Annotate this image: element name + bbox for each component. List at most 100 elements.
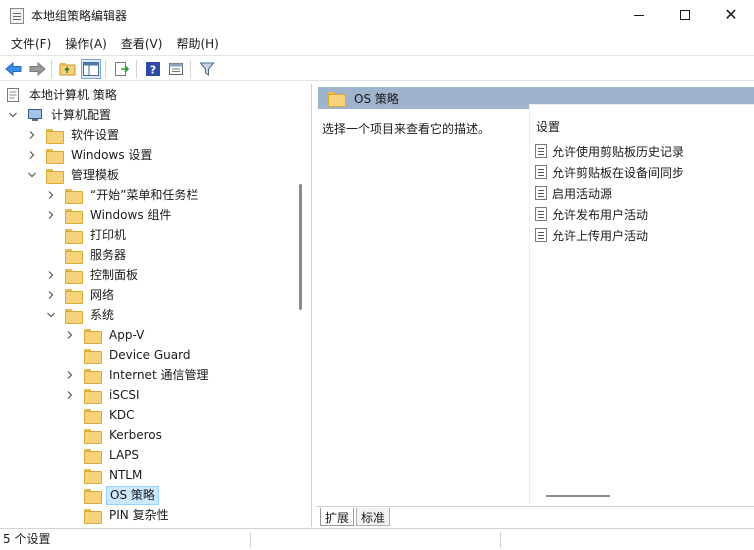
tree-item-laps[interactable]: LAPS xyxy=(84,445,142,465)
policy-setting-icon xyxy=(535,207,547,221)
policy-document-icon xyxy=(7,88,19,102)
chevron-down-icon[interactable] xyxy=(8,110,18,120)
tree-item-start-menu-taskbar[interactable]: “开始”菜单和任务栏 xyxy=(46,185,201,205)
folder-icon xyxy=(84,488,102,504)
show-hide-tree-button[interactable] xyxy=(81,59,101,79)
menu-bar: 文件(F) 操作(A) 查看(V) 帮助(H) xyxy=(0,32,754,54)
tree-item-app-v[interactable]: App-V xyxy=(65,325,147,345)
tree-item-device-guard[interactable]: Device Guard xyxy=(84,345,193,365)
tree-item-iscsi[interactable]: iSCSI xyxy=(65,385,143,405)
close-button[interactable]: ✕ xyxy=(708,0,754,30)
tree-item-server[interactable]: 服务器 xyxy=(65,245,129,265)
setting-label: 允许剪贴板在设备间同步 xyxy=(552,165,685,180)
up-one-level-button[interactable] xyxy=(58,59,78,79)
svg-text:?: ? xyxy=(150,64,156,77)
folder-icon xyxy=(65,308,83,324)
minimize-icon xyxy=(634,14,644,16)
folder-icon xyxy=(84,508,102,524)
menu-view[interactable]: 查看(V) xyxy=(114,32,170,54)
window-title: 本地组策略编辑器 xyxy=(31,9,128,23)
tree-item-kdc[interactable]: KDC xyxy=(84,405,138,425)
folder-icon xyxy=(46,168,64,184)
back-button[interactable] xyxy=(4,59,24,79)
tab-standard[interactable]: 标准 xyxy=(356,508,391,526)
folder-icon xyxy=(84,408,102,424)
properties-button[interactable] xyxy=(166,59,186,79)
chevron-right-icon[interactable] xyxy=(46,270,56,280)
settings-column-header[interactable]: 设置 xyxy=(536,118,560,135)
folder-icon xyxy=(84,328,102,344)
setting-item-allow-publish-user-activities[interactable]: 允许发布用户活动 xyxy=(535,204,648,224)
setting-item-allow-clipboard-history[interactable]: 允许使用剪贴板历史记录 xyxy=(535,141,684,161)
folder-icon xyxy=(84,468,102,484)
folder-icon xyxy=(84,388,102,404)
menu-action[interactable]: 操作(A) xyxy=(58,32,114,54)
tree-item-software-settings[interactable]: 软件设置 xyxy=(27,125,122,145)
policy-setting-icon xyxy=(535,144,547,158)
toolbar-separator xyxy=(136,60,137,78)
setting-label: 允许发布用户活动 xyxy=(552,207,649,222)
export-list-button[interactable] xyxy=(112,59,132,79)
tree-item-printers[interactable]: 打印机 xyxy=(65,225,129,245)
tab-extended[interactable]: 扩展 xyxy=(320,508,355,526)
folder-icon xyxy=(84,428,102,444)
setting-item-enable-activity-feed[interactable]: 启用活动源 xyxy=(535,183,612,203)
setting-item-allow-upload-user-activities[interactable]: 允许上传用户活动 xyxy=(535,225,648,245)
status-separator xyxy=(250,532,251,548)
toolbar-separator xyxy=(105,60,106,78)
folder-icon xyxy=(65,188,83,204)
tree-item-windows-settings[interactable]: Windows 设置 xyxy=(27,145,155,165)
filter-button[interactable] xyxy=(197,59,217,79)
chevron-right-icon[interactable] xyxy=(46,290,56,300)
minimize-button[interactable] xyxy=(616,0,662,30)
setting-label: 允许上传用户活动 xyxy=(552,228,649,243)
maximize-button[interactable] xyxy=(662,0,708,30)
up-folder-icon xyxy=(59,63,76,76)
setting-label: 允许使用剪贴板历史记录 xyxy=(552,144,685,159)
menu-help[interactable]: 帮助(H) xyxy=(169,32,225,54)
tree-scrollbar-thumb[interactable] xyxy=(299,184,302,310)
folder-icon xyxy=(328,91,346,107)
status-text: 5 个设置 xyxy=(3,532,51,546)
settings-horizontal-scrollbar-thumb[interactable] xyxy=(546,495,610,497)
chevron-down-icon[interactable] xyxy=(27,170,37,180)
computer-icon xyxy=(28,109,42,121)
help-button[interactable]: ? xyxy=(143,59,163,79)
tree-item-system[interactable]: 系统 xyxy=(46,305,117,325)
tree-item-administrative-templates[interactable]: 管理模板 xyxy=(27,165,122,185)
chevron-right-icon[interactable] xyxy=(27,130,37,140)
folder-icon xyxy=(65,228,83,244)
folder-icon xyxy=(84,448,102,464)
policy-setting-icon xyxy=(535,186,547,200)
tree-item-kerberos[interactable]: Kerberos xyxy=(84,425,165,445)
chevron-right-icon[interactable] xyxy=(65,370,75,380)
console-tree: 本地计算机 策略 计算机配置 软件设置 Windows 设置 管理模板 “开始”… xyxy=(0,84,312,527)
tree-item-internet-communication[interactable]: Internet 通信管理 xyxy=(65,365,211,385)
chevron-right-icon[interactable] xyxy=(27,150,37,160)
chevron-right-icon[interactable] xyxy=(65,330,75,340)
forward-button[interactable] xyxy=(27,59,47,79)
tree-item-ntlm[interactable]: NTLM xyxy=(84,465,145,485)
tree-item-windows-components[interactable]: Windows 组件 xyxy=(46,205,174,225)
show-hide-tree-icon xyxy=(83,62,99,76)
folder-icon xyxy=(65,248,83,264)
help-icon: ? xyxy=(146,62,160,77)
tree-item-network[interactable]: 网络 xyxy=(46,285,117,305)
close-icon: ✕ xyxy=(724,5,738,24)
chevron-right-icon[interactable] xyxy=(65,390,75,400)
details-pane: OS 策略 选择一个项目来查看它的描述。 设置 允许使用剪贴板历史记录 允许剪贴… xyxy=(316,84,754,527)
folder-icon xyxy=(46,128,64,144)
tree-item-local-computer-policy[interactable]: 本地计算机 策略 xyxy=(5,85,120,105)
chevron-right-icon[interactable] xyxy=(46,210,56,220)
chevron-right-icon[interactable] xyxy=(46,190,56,200)
tree-item-computer-configuration[interactable]: 计算机配置 xyxy=(8,105,114,125)
tree-item-control-panel[interactable]: 控制面板 xyxy=(46,265,141,285)
tree-item-pin-complexity[interactable]: PIN 复杂性 xyxy=(84,505,172,525)
maximize-icon xyxy=(680,10,690,20)
menu-file[interactable]: 文件(F) xyxy=(4,32,58,54)
tree-item-os-policies[interactable]: OS 策略 xyxy=(80,485,159,505)
filter-icon xyxy=(199,62,215,76)
setting-item-allow-clipboard-sync[interactable]: 允许剪贴板在设备间同步 xyxy=(535,162,684,182)
chevron-down-icon[interactable] xyxy=(46,310,56,320)
policy-setting-icon xyxy=(535,228,547,242)
